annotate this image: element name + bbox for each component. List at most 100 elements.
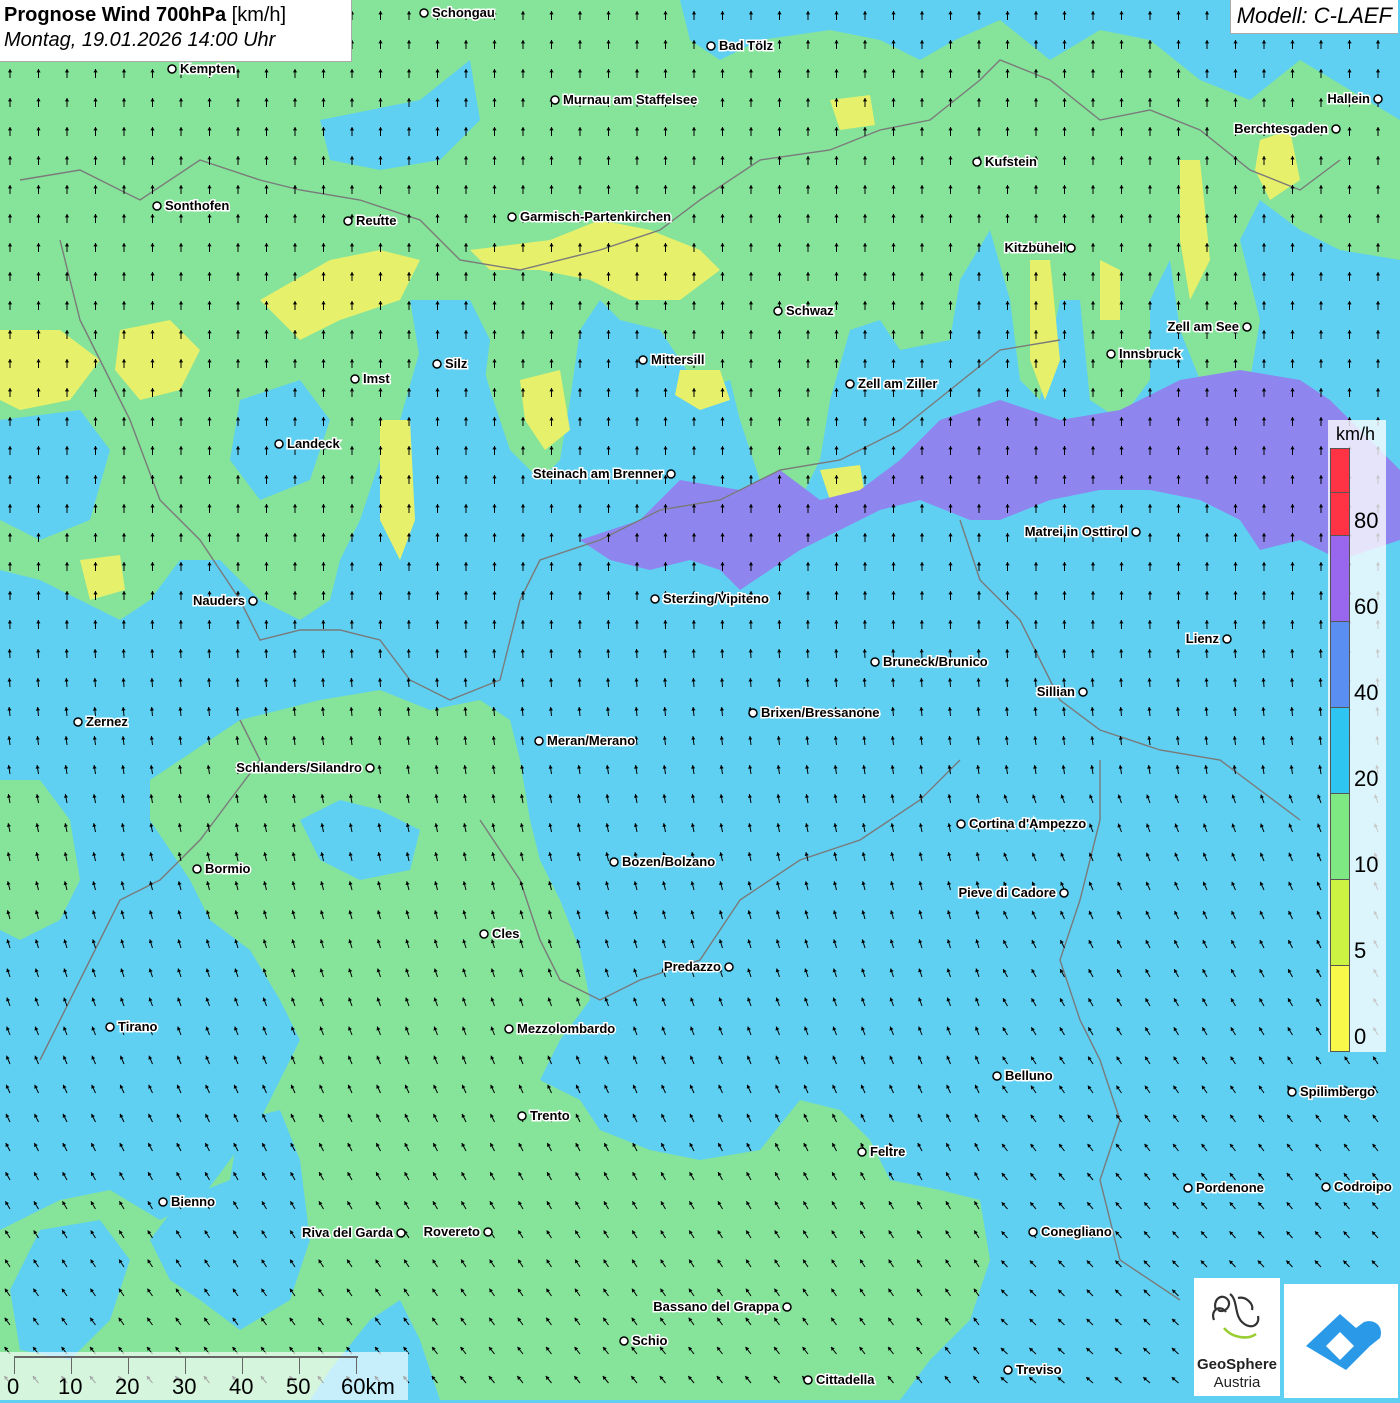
geosphere-logo-line1: GeoSphere [1194,1356,1280,1373]
city-label: Mittersill [651,352,704,367]
city-label: Landeck [287,436,341,451]
scale-tick [71,1358,72,1374]
scale-tick [299,1358,300,1374]
city-dot [484,1228,492,1236]
city-dot [366,764,374,772]
city-label: Bassano del Grappa [653,1299,779,1314]
city-marker: Bassano del Grappa [653,1299,791,1314]
city-label: Bad Tölz [719,38,774,53]
city-label: Schlanders/Silandro [236,760,362,775]
city-marker: Schongau [420,5,495,20]
city-marker: Sonthofen [153,198,229,213]
city-dot [249,597,257,605]
city-label: Schongau [432,5,495,20]
city-dot [275,440,283,448]
city-label: Sillian [1037,684,1075,699]
city-dot [397,1229,405,1237]
city-label: Kufstein [985,154,1037,169]
city-label: Belluno [1005,1068,1053,1083]
city-dot [1132,528,1140,536]
geosphere-logo-icon [1194,1280,1280,1356]
scale-label-60km: 60km [341,1374,395,1400]
city-label: Zell am Ziller [858,376,937,391]
city-dot [420,9,428,17]
city-dot [1322,1183,1330,1191]
scale-tick [242,1358,243,1374]
geosphere-logo[interactable]: GeoSphere Austria [1194,1278,1280,1396]
city-label: Kempten [180,61,236,76]
weather-app-logo[interactable] [1284,1284,1398,1398]
city-label: Steinach am Brenner [533,466,663,481]
legend-label-0: 0 [1354,1024,1366,1050]
city-marker: Meran/Merano [535,733,635,748]
city-dot [973,158,981,166]
city-dot [480,930,488,938]
city-dot [551,96,559,104]
city-dot [858,1148,866,1156]
city-label: Bozen/Bolzano [622,854,715,869]
city-dot [804,1376,812,1384]
map-title-bold: Prognose Wind 700hPa [4,4,226,26]
city-dot [1067,244,1075,252]
city-dot [846,380,854,388]
city-dot [667,470,675,478]
city-dot [153,202,161,210]
scale-line [14,1356,358,1358]
city-label: Rovereto [424,1224,480,1239]
city-marker: Berchtesgaden [1234,121,1340,136]
city-marker: Mezzolombardo [505,1021,615,1036]
city-label: Lienz [1186,631,1220,646]
city-label: Murnau am Staffelsee [563,92,697,107]
city-dot [344,217,352,225]
city-label: Conegliano [1041,1224,1112,1239]
city-label: Meran/Merano [547,733,635,748]
city-marker: Schlanders/Silandro [236,760,374,775]
city-label: Feltre [870,1144,905,1159]
city-dot [1184,1184,1192,1192]
scale-tick [356,1358,357,1374]
wind-map: Schongau Bad Tölz Kempten Murnau am Staffel… [0,0,1400,1400]
city-label: Zernez [86,714,128,729]
city-dot [168,65,176,73]
city-dot [535,737,543,745]
city-label: Nauders [193,593,245,608]
scale-label-20: 20 [115,1374,139,1400]
geosphere-logo-line2: Austria [1194,1374,1280,1391]
city-label: Reutte [356,213,396,228]
city-label: Innsbruck [1119,346,1182,361]
legend-label-20: 20 [1354,766,1378,792]
city-label: Codroipo [1334,1179,1392,1194]
city-label: Sterzing/Vipiteno [663,591,769,606]
legend-swatch-60 [1330,535,1350,621]
city-label: Zell am See [1167,319,1239,334]
city-dot [351,375,359,383]
legend-swatch-80 [1330,492,1350,535]
city-marker: Spilimbergo [1288,1084,1375,1099]
city-marker: Cortina d'Ampezzo [957,816,1086,831]
city-dot [651,595,659,603]
legend-swatch-80plus [1330,448,1350,492]
city-dot [783,1303,791,1311]
city-dot [433,360,441,368]
city-label: Tirano [118,1019,158,1034]
city-label: Riva del Garda [302,1225,394,1240]
scale-label-30: 30 [172,1374,196,1400]
city-label: Pordenone [1196,1180,1264,1195]
city-dot [1243,323,1251,331]
city-label: Spilimbergo [1300,1084,1375,1099]
city-marker: Murnau am Staffelsee [551,92,697,107]
city-dot [957,820,965,828]
city-label: Matrei in Osttirol [1025,524,1128,539]
legend-colorbar [1330,448,1350,1052]
city-dot [1332,125,1340,133]
city-dot [871,658,879,666]
city-dot [620,1337,628,1345]
city-label: Brixen/Bressanone [761,705,880,720]
color-legend: km/h 80 60 40 20 10 5 0 [1328,420,1386,1052]
city-dot [639,356,647,364]
city-dot [1223,635,1231,643]
city-label: Imst [363,371,390,386]
city-marker: Sterzing/Vipiteno [651,591,769,606]
city-label: Bruneck/Brunico [883,654,988,669]
legend-swatch-40 [1330,621,1350,707]
